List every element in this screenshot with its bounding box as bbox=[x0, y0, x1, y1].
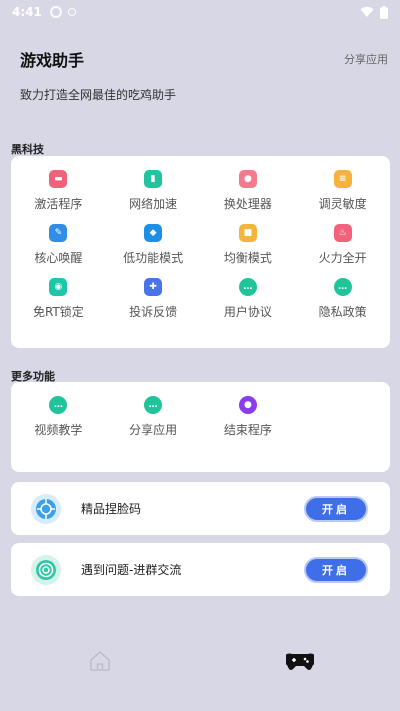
target-icon bbox=[31, 554, 61, 585]
tech-item-label: 激活程序 bbox=[34, 197, 83, 211]
chip-icon: ● bbox=[238, 170, 257, 188]
tech-item-1[interactable]: ▮ 网络加速 bbox=[106, 170, 201, 224]
tech-item-label: 低功能模式 bbox=[123, 251, 184, 265]
chat-icon: … bbox=[333, 278, 352, 296]
page-subtitle: 致力打造全网最佳的吃鸡助手 bbox=[20, 88, 177, 102]
row-label-face-code: 精品捏脸码 bbox=[81, 502, 142, 516]
tech-item-11[interactable]: … 隐私政策 bbox=[295, 278, 390, 332]
share-app-link[interactable]: 分享应用 bbox=[344, 51, 388, 67]
circles-icon: ● bbox=[238, 396, 257, 414]
tech-item-label: 投诉反馈 bbox=[129, 305, 178, 319]
enable-join-group-button[interactable]: 开启 bbox=[304, 556, 368, 583]
status-time: 4:41 bbox=[12, 5, 42, 19]
aperture-icon bbox=[31, 493, 61, 524]
more-card: … 视频教学 … 分享应用 ● 结束程序 bbox=[11, 382, 390, 472]
row-card-join-group[interactable]: 遇到问题-进群交流 开启 bbox=[11, 543, 390, 596]
more-item-label: 结束程序 bbox=[223, 423, 272, 437]
tech-item-5[interactable]: ◆ 低功能模式 bbox=[106, 224, 201, 278]
tech-item-label: 网络加速 bbox=[129, 197, 178, 211]
tech-item-0[interactable]: ▬ 激活程序 bbox=[11, 170, 106, 224]
chat-icon: … bbox=[144, 396, 163, 414]
tech-item-8[interactable]: ◉ 免RT锁定 bbox=[11, 278, 106, 332]
box-icon: ■ bbox=[238, 224, 257, 242]
tech-item-7[interactable]: ♨ 火力全开 bbox=[295, 224, 390, 278]
section-label-tech: 黑科技 bbox=[11, 143, 44, 156]
page-title: 游戏助手 bbox=[20, 51, 85, 70]
more-item-label: 分享应用 bbox=[129, 423, 178, 437]
tech-item-label: 核心唤醒 bbox=[34, 251, 83, 265]
nav-game[interactable] bbox=[200, 636, 400, 686]
tech-item-6[interactable]: ■ 均衡模式 bbox=[201, 224, 296, 278]
tech-item-3[interactable]: ≡ 调灵敏度 bbox=[295, 170, 390, 224]
notification-icon bbox=[49, 6, 62, 18]
tech-item-label: 用户协议 bbox=[223, 305, 272, 319]
layers-icon: ◆ bbox=[144, 224, 163, 242]
tech-item-label: 调灵敏度 bbox=[318, 197, 367, 211]
more-item-1[interactable]: … 分享应用 bbox=[106, 396, 201, 450]
gamepad-icon: ✚ bbox=[144, 278, 163, 296]
notification-dot-icon bbox=[67, 8, 76, 16]
battery-icon bbox=[380, 5, 388, 19]
bottom-nav bbox=[0, 636, 400, 686]
tech-item-label: 换处理器 bbox=[223, 197, 272, 211]
gamepad-icon bbox=[286, 653, 314, 670]
monitor-icon: ▬ bbox=[49, 170, 68, 188]
chat-icon: … bbox=[238, 278, 257, 296]
tech-item-label: 免RT锁定 bbox=[32, 305, 84, 319]
tech-item-9[interactable]: ✚ 投诉反馈 bbox=[106, 278, 201, 332]
tech-item-2[interactable]: ● 换处理器 bbox=[201, 170, 296, 224]
tech-item-label: 均衡模式 bbox=[223, 251, 272, 265]
tech-item-label: 火力全开 bbox=[318, 251, 367, 265]
chat-icon: … bbox=[49, 396, 68, 414]
tech-item-4[interactable]: ✎ 核心唤醒 bbox=[11, 224, 106, 278]
tech-item-10[interactable]: … 用户协议 bbox=[201, 278, 296, 332]
more-item-label: 视频教学 bbox=[34, 423, 83, 437]
lock-icon: ◉ bbox=[49, 278, 68, 296]
more-item-2[interactable]: ● 结束程序 bbox=[201, 396, 296, 450]
tech-card: ▬ 激活程序 ▮ 网络加速 ● 换处理器 ≡ 调灵敏度 ✎ 核心唤醒 ◆ 低功能模式 ■ 均衡模式 ♨ 火力全… bbox=[11, 156, 390, 348]
app-header: 游戏助手 分享应用 bbox=[20, 46, 388, 72]
pen-icon: ✎ bbox=[49, 224, 68, 242]
home-icon bbox=[90, 651, 110, 671]
tech-item-label: 隐私政策 bbox=[318, 305, 367, 319]
more-item-0[interactable]: … 视频教学 bbox=[11, 396, 106, 450]
status-bar: 4:41 bbox=[0, 0, 400, 24]
row-card-face-code[interactable]: 精品捏脸码 开启 bbox=[11, 482, 390, 535]
notebook-icon: ▮ bbox=[144, 170, 163, 188]
row-label-join-group: 遇到问题-进群交流 bbox=[81, 563, 182, 577]
enable-face-code-button[interactable]: 开启 bbox=[304, 495, 368, 522]
sliders-icon: ≡ bbox=[333, 170, 352, 188]
flame-icon: ♨ bbox=[333, 224, 352, 242]
wifi-icon bbox=[360, 6, 374, 17]
more-grid: … 视频教学 … 分享应用 ● 结束程序 bbox=[11, 382, 390, 450]
nav-home[interactable] bbox=[0, 636, 200, 686]
tech-grid: ▬ 激活程序 ▮ 网络加速 ● 换处理器 ≡ 调灵敏度 ✎ 核心唤醒 ◆ 低功能模式 ■ 均衡模式 ♨ 火力全… bbox=[11, 156, 390, 332]
